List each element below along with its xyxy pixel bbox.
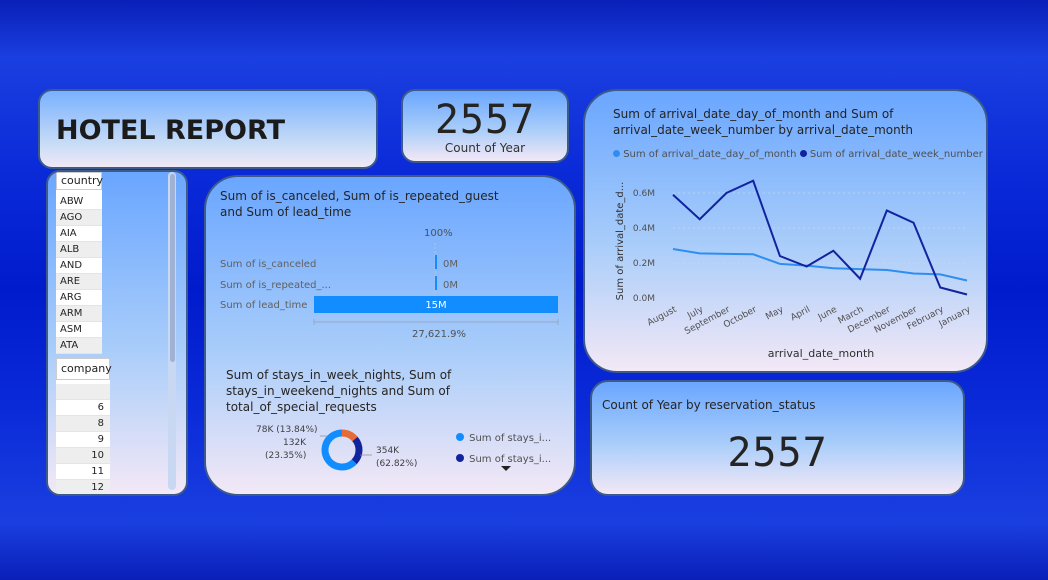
y-tick-label: 0.4M <box>633 224 655 234</box>
bar-chart: Sum of is_canceled 0M Sum of is_repeated_.… <box>220 243 559 325</box>
x-axis-title: arrival_date_month <box>768 347 874 360</box>
company-slicer-item[interactable]: 10 <box>56 448 110 464</box>
company-slicer-item[interactable]: 11 <box>56 464 110 480</box>
line-chart: 0.0M0.2M0.4M0.6MAugust JulySeptemberOctob… <box>615 179 973 360</box>
status-card-title: Count of Year by reservation_status <box>602 398 816 412</box>
country-slicer-item[interactable]: AIA <box>56 226 102 242</box>
y-tick-label: 0.2M <box>633 259 655 269</box>
company-slicer-item[interactable]: 8 <box>56 416 110 432</box>
year-count-value: 2557 <box>434 97 536 143</box>
donut-legend-item-1[interactable]: Sum of stays_i... <box>456 426 551 445</box>
country-slicer: country ABW AGO AIA ALB AND ARE ARG ARM ASM ATA <box>56 172 103 354</box>
year-count-card[interactable]: 2557 Count of Year <box>401 89 569 163</box>
donut-legend-label-1: Sum of stays_i... <box>469 433 552 444</box>
donut-legend-label-2: Sum of stays_i... <box>469 454 552 465</box>
status-count-value: 2557 <box>727 430 828 476</box>
legend-scroll-down-icon[interactable] <box>501 466 511 471</box>
legend-dot-icon <box>456 454 464 462</box>
donut-slice <box>341 429 358 442</box>
country-slicer-item[interactable]: ABW <box>56 194 102 210</box>
bar-category-label: Sum of is_canceled <box>220 259 316 270</box>
y-tick-label: 0.0M <box>633 294 655 304</box>
slicer-scroll-thumb[interactable] <box>170 174 175 362</box>
bar <box>435 255 437 269</box>
country-slicer-item[interactable]: ALB <box>56 242 102 258</box>
x-tick-label: June <box>816 305 839 324</box>
bar-bottom-label: 27,621.9% <box>412 329 467 340</box>
series-line <box>672 248 968 282</box>
donut-slice <box>351 436 363 465</box>
donut-label-right-top: 354K <box>376 446 400 456</box>
country-slicer-item[interactable]: ARM <box>56 306 102 322</box>
donut-label-left-top: 78K (13.84%) <box>256 425 318 435</box>
x-tick-label: August <box>646 305 679 329</box>
donut-label-left-mid: 132K <box>283 438 307 448</box>
country-slicer-item[interactable]: AGO <box>56 210 102 226</box>
report-title-card: HOTEL REPORT <box>38 89 378 169</box>
y-axis-title: Sum of arrival_date_d... <box>615 182 626 301</box>
country-slicer-item[interactable]: AND <box>56 258 102 274</box>
series-line <box>672 179 968 296</box>
donut-label-left-bottom: (23.35%) <box>265 451 307 461</box>
donut-label-right-bottom: (62.82%) <box>376 459 418 469</box>
slicer-card: country ABW AGO AIA ALB AND ARE ARG ARM ASM ATA c… <box>46 170 188 496</box>
donut-legend-item-2[interactable]: Sum of stays_i... <box>456 447 551 466</box>
company-slicer: company 6 8 9 10 11 12 <box>56 358 112 494</box>
company-slicer-header: company <box>56 358 112 380</box>
bar <box>435 276 437 290</box>
line-chart-card: Sum of arrival_date_day_of_month and Sum… <box>583 89 988 373</box>
donut-chart-title: Sum of stays_in_week_nights, Sum of stay… <box>226 368 452 414</box>
company-slicer-item[interactable]: 12 <box>56 480 110 494</box>
bars-donut-card: Sum of is_canceled, Sum of is_repeated_g… <box>204 175 576 496</box>
country-slicer-item[interactable]: ARG <box>56 290 102 306</box>
country-slicer-header: country <box>56 172 103 190</box>
legend-dot-icon <box>456 433 464 441</box>
y-tick-label: 0.6M <box>633 189 655 199</box>
bar-value-label: 15M <box>425 300 446 311</box>
company-slicer-item[interactable]: 6 <box>56 400 110 416</box>
year-count-label: Count of Year <box>444 141 526 155</box>
bar-category-label: Sum of is_repeated_... <box>220 280 331 291</box>
x-tick-label: May <box>764 305 786 323</box>
company-slicer-item[interactable] <box>56 384 110 400</box>
x-tick-label: April <box>789 305 812 323</box>
country-slicer-item[interactable]: ARE <box>56 274 102 290</box>
company-slicer-item[interactable]: 9 <box>56 432 110 448</box>
report-title: HOTEL REPORT <box>56 115 285 146</box>
country-slicer-item[interactable]: ATA <box>56 338 102 354</box>
bar-category-label: Sum of lead_time <box>220 300 307 311</box>
bar-value-label: 0M <box>443 259 458 270</box>
bar-value-label: 0M <box>443 280 458 291</box>
reservation-status-card[interactable]: Count of Year by reservation_status 2557 <box>590 380 965 496</box>
country-slicer-item[interactable]: ASM <box>56 322 102 338</box>
